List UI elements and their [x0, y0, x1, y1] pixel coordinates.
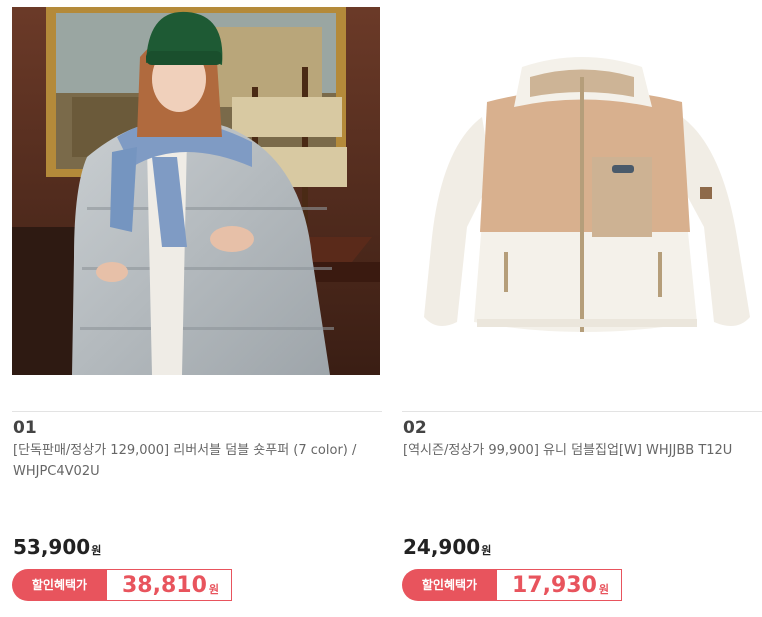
original-price: 24,900원 [403, 535, 491, 559]
discount-label-badge: 할인혜택가 [12, 569, 107, 601]
price-value: 53,900 [13, 535, 91, 559]
product-title-link[interactable]: [단독판매/정상가 129,000] 리버서블 덤블 숏푸퍼 (7 color)… [13, 440, 363, 482]
price-unit: 원 [91, 544, 102, 557]
product-card-2[interactable]: 02 [역시즌/정상가 99,900] 유니 덤블집업[W] WHJJBB T1… [402, 0, 762, 617]
product-number: 02 [403, 418, 427, 438]
product-title-link[interactable]: [역시즌/정상가 99,900] 유니 덤블집업[W] WHJJBB T12U [403, 440, 753, 461]
price-unit: 원 [481, 544, 492, 557]
fleece-zip-up-jacket-photo [402, 7, 762, 375]
divider [402, 411, 762, 412]
model-wearing-puffer-jacket-photo [12, 7, 380, 375]
discount-price-box: 할인혜택가 38,810 원 [12, 569, 233, 601]
product-card-1[interactable]: 01 [단독판매/정상가 129,000] 리버서블 덤블 숏푸퍼 (7 col… [12, 0, 384, 617]
discount-price-unit: 원 [598, 582, 610, 596]
price-value: 24,900 [403, 535, 481, 559]
discount-price-value: 17,930 [512, 572, 597, 598]
product-image-2[interactable] [402, 7, 762, 375]
discount-price-value: 38,810 [122, 572, 207, 598]
discount-price-unit: 원 [208, 582, 220, 596]
discount-price-box: 할인혜택가 17,930 원 [402, 569, 623, 601]
original-price: 53,900원 [13, 535, 101, 559]
discount-price: 38,810 원 [107, 569, 233, 601]
product-number: 01 [13, 418, 37, 438]
discount-price: 17,930 원 [497, 569, 623, 601]
product-image-1[interactable] [12, 7, 380, 375]
divider [12, 411, 382, 412]
discount-label-badge: 할인혜택가 [402, 569, 497, 601]
